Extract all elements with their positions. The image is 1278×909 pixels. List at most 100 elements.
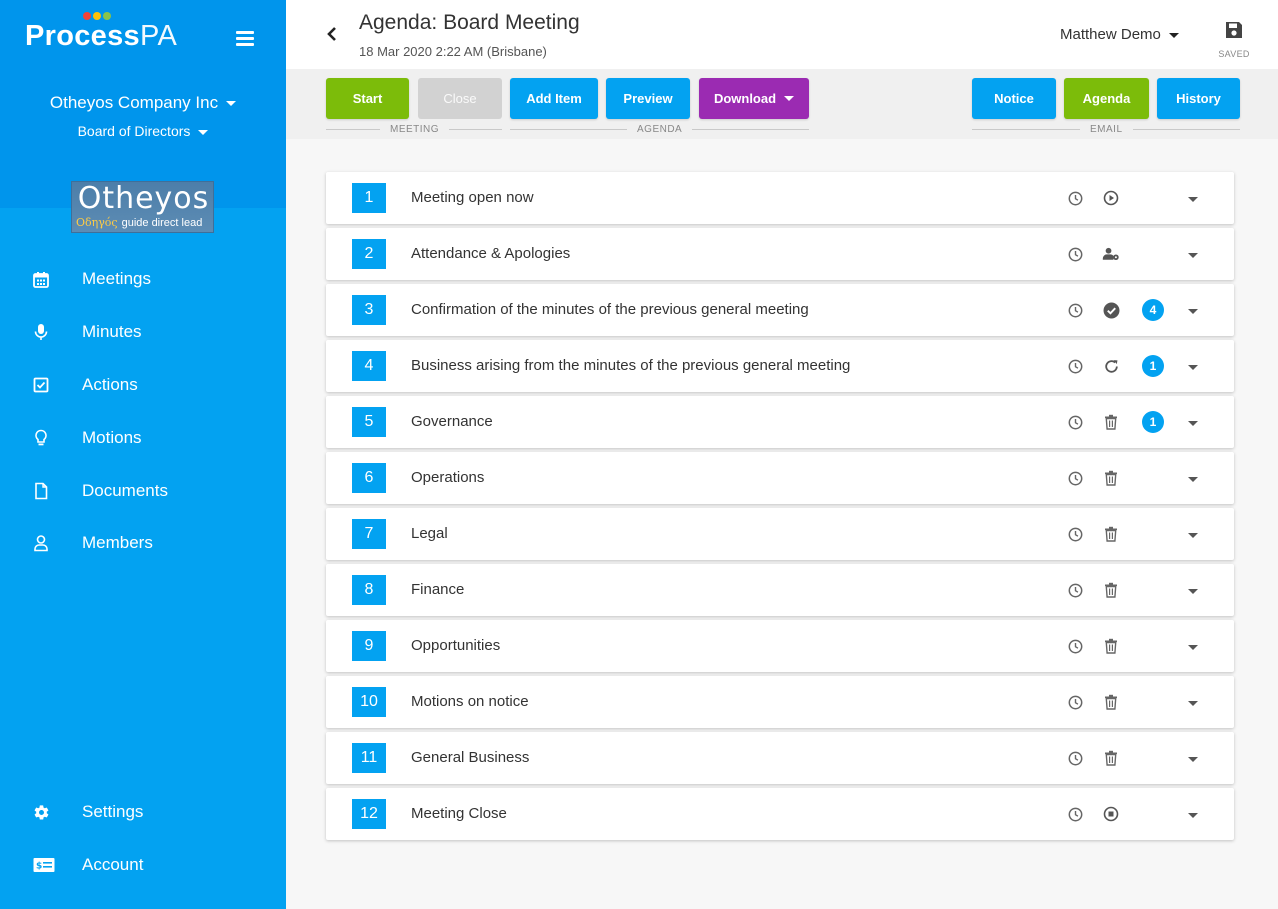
agenda-item-number: 4 <box>352 351 386 381</box>
agenda-item-number: 12 <box>352 799 386 829</box>
agenda-item-row[interactable]: 12 Meeting Close <box>326 788 1234 840</box>
agenda-item-title[interactable]: Motions on notice <box>411 693 529 711</box>
agenda-item-row[interactable]: 5 Governance 1 <box>326 396 1234 448</box>
sidebar-item-label: Account <box>82 855 144 874</box>
microphone-icon <box>0 315 82 349</box>
check-circle-icon[interactable] <box>1102 301 1120 319</box>
agenda-item-row[interactable]: 2 Attendance & Apologies <box>326 228 1234 280</box>
history-button[interactable]: History <box>1157 78 1240 119</box>
agenda-item-row[interactable]: 11 General Business <box>326 732 1234 784</box>
agenda-item-title[interactable]: Legal <box>411 525 448 543</box>
company-selector[interactable]: Otheyos Company Inc <box>0 93 286 113</box>
clock-icon[interactable] <box>1068 527 1083 542</box>
brand-dots <box>83 12 111 20</box>
save-status[interactable]: SAVED <box>1218 20 1250 59</box>
sidebar-item-members[interactable]: Members <box>0 526 286 560</box>
agenda-item-title[interactable]: Finance <box>411 581 464 599</box>
trash-icon[interactable] <box>1102 413 1120 431</box>
refresh-icon[interactable] <box>1102 357 1120 375</box>
agenda-item-row[interactable]: 4 Business arising from the minutes of th… <box>326 340 1234 392</box>
agenda-item-row[interactable]: 8 Finance <box>326 564 1234 616</box>
agenda-item-number: 11 <box>352 743 386 773</box>
trash-icon[interactable] <box>1102 637 1120 655</box>
clock-icon[interactable] <box>1068 415 1083 430</box>
agenda-item-row[interactable]: 9 Opportunities <box>326 620 1234 672</box>
trash-icon[interactable] <box>1102 469 1120 487</box>
expand-chevron-icon[interactable] <box>1188 194 1200 204</box>
clock-icon[interactable] <box>1068 247 1083 262</box>
user-name: Matthew Demo <box>1060 26 1161 43</box>
expand-chevron-icon[interactable] <box>1188 418 1200 428</box>
brand-logo[interactable]: ProcessPA <box>25 12 177 52</box>
sidebar-item-minutes[interactable]: Minutes <box>0 315 286 349</box>
expand-chevron-icon[interactable] <box>1188 530 1200 540</box>
expand-chevron-icon[interactable] <box>1188 810 1200 820</box>
trash-icon[interactable] <box>1102 581 1120 599</box>
expand-chevron-icon[interactable] <box>1188 306 1200 316</box>
notice-button[interactable]: Notice <box>972 78 1056 119</box>
expand-chevron-icon[interactable] <box>1188 642 1200 652</box>
trash-icon[interactable] <box>1102 525 1120 543</box>
sidebar-item-actions[interactable]: Actions <box>0 368 286 402</box>
agenda-item-number: 6 <box>352 463 386 493</box>
clock-icon[interactable] <box>1068 191 1083 206</box>
expand-chevron-icon[interactable] <box>1188 586 1200 596</box>
hamburger-menu-icon[interactable] <box>236 31 254 46</box>
clock-icon[interactable] <box>1068 583 1083 598</box>
add-item-button[interactable]: Add Item <box>510 78 598 119</box>
agenda-item-row[interactable]: 6 Operations <box>326 452 1234 504</box>
back-arrow-icon[interactable] <box>326 26 338 42</box>
clock-icon[interactable] <box>1068 695 1083 710</box>
expand-chevron-icon[interactable] <box>1188 362 1200 372</box>
agenda-item-title[interactable]: Business arising from the minutes of the… <box>411 357 850 375</box>
sidebar-item-label: Minutes <box>82 322 142 341</box>
agenda-email-button[interactable]: Agenda <box>1064 78 1149 119</box>
agenda-item-title[interactable]: Attendance & Apologies <box>411 245 570 263</box>
stop-icon[interactable] <box>1102 805 1120 823</box>
agenda-item-title[interactable]: Meeting open now <box>411 189 534 207</box>
brand-name-bold: Process <box>25 20 140 52</box>
trash-icon[interactable] <box>1102 749 1120 767</box>
agenda-item-row[interactable]: 7 Legal <box>326 508 1234 560</box>
expand-chevron-icon[interactable] <box>1188 754 1200 764</box>
agenda-item-title[interactable]: General Business <box>411 749 529 767</box>
agenda-item-number: 10 <box>352 687 386 717</box>
agenda-item-row[interactable]: 3 Confirmation of the minutes of the prev… <box>326 284 1234 336</box>
clock-icon[interactable] <box>1068 807 1083 822</box>
user-menu[interactable]: Matthew Demo <box>1060 26 1179 44</box>
clock-icon[interactable] <box>1068 303 1083 318</box>
sidebar-item-meetings[interactable]: Meetings <box>0 262 286 296</box>
start-button[interactable]: Start <box>326 78 409 119</box>
gear-icon <box>0 795 82 829</box>
chevron-down-icon <box>784 96 795 101</box>
clock-icon[interactable] <box>1068 751 1083 766</box>
sidebar-item-documents[interactable]: Documents <box>0 474 286 508</box>
sidebar-item-settings[interactable]: Settings <box>0 795 286 829</box>
agenda-item-row[interactable]: 10 Motions on notice <box>326 676 1234 728</box>
clock-icon[interactable] <box>1068 359 1083 374</box>
download-button[interactable]: Download <box>699 78 809 119</box>
agenda-item-title[interactable]: Governance <box>411 413 493 431</box>
trash-icon[interactable] <box>1102 693 1120 711</box>
sidebar-item-label: Meetings <box>82 269 151 288</box>
expand-chevron-icon[interactable] <box>1188 698 1200 708</box>
clock-icon[interactable] <box>1068 639 1083 654</box>
preview-button[interactable]: Preview <box>606 78 690 119</box>
sidebar-item-motions[interactable]: Motions <box>0 421 286 455</box>
sidebar-item-account[interactable]: $ Account <box>0 848 286 882</box>
board-selector[interactable]: Board of Directors <box>0 122 286 140</box>
person-settings-icon[interactable] <box>1102 245 1120 263</box>
agenda-item-title[interactable]: Confirmation of the minutes of the previ… <box>411 301 809 319</box>
agenda-item-title[interactable]: Opportunities <box>411 637 500 655</box>
chevron-down-icon <box>198 129 209 135</box>
expand-chevron-icon[interactable] <box>1188 250 1200 260</box>
clock-icon[interactable] <box>1068 471 1083 486</box>
document-icon <box>0 474 82 508</box>
expand-chevron-icon[interactable] <box>1188 474 1200 484</box>
play-icon[interactable] <box>1102 189 1120 207</box>
agenda-item-row[interactable]: 1 Meeting open now <box>326 172 1234 224</box>
close-button[interactable]: Close <box>418 78 502 119</box>
sidebar-item-label: Documents <box>82 481 168 500</box>
agenda-item-title[interactable]: Operations <box>411 469 484 487</box>
agenda-item-title[interactable]: Meeting Close <box>411 805 507 823</box>
